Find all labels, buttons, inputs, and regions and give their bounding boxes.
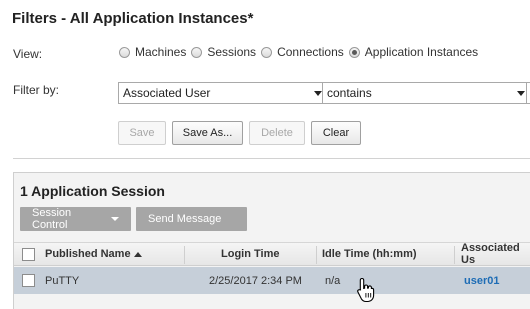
chevron-down-icon [314,91,322,96]
cell-published-name: PuTTY [45,274,80,287]
column-header-idle-time[interactable]: Idle Time (hh:mm) [322,243,417,265]
view-selector: View: Machines Sessions Connections Appl… [13,45,530,63]
view-option-connections[interactable]: Connections [261,45,344,59]
results-title: 1 Application Session [20,183,165,199]
column-header-associated-user[interactable]: Associated Us [461,242,530,266]
radio-label: Application Instances [364,45,479,59]
session-control-button[interactable]: Session Control [20,207,131,231]
section-divider [13,158,530,159]
column-header-published-name[interactable]: Published Name [45,243,142,265]
column-separator[interactable] [316,246,317,264]
column-separator[interactable] [454,246,455,264]
results-panel: 1 Application Session Session Control Se… [13,172,530,309]
sort-ascending-icon [133,251,142,257]
user-link[interactable]: user01 [464,267,499,294]
filter-row: Filter by: Associated User contains [13,80,530,104]
row-checkbox[interactable] [22,274,35,287]
filter-operator-select[interactable]: contains [322,82,530,104]
chevron-down-icon [111,217,119,221]
column-header-login-time[interactable]: Login Time [221,243,279,265]
radio-button[interactable] [261,46,273,58]
cell-login-time: 2/25/2017 2:34 PM [209,274,302,287]
view-label: View: [13,47,43,61]
page-title: Filters - All Application Instances* [12,10,254,27]
chevron-down-icon [517,91,525,96]
hand-cursor-icon [357,277,375,303]
filter-field-value: Associated User [123,86,211,100]
radio-label: Connections [277,45,344,59]
view-option-machines[interactable]: Machines [119,45,186,59]
table-header: Published Name Login Time Idle Time (hh:… [14,242,530,266]
column-separator[interactable] [184,246,185,264]
save-button[interactable]: Save [118,121,166,145]
filter-value-input[interactable] [526,82,530,104]
view-option-sessions[interactable]: Sessions [191,45,256,59]
cell-idle-time: n/a [325,274,341,287]
view-option-application-instances[interactable]: Application Instances [348,45,479,59]
radio-button-selected[interactable] [348,46,360,58]
save-as-button[interactable]: Save As... [172,121,243,145]
session-control-label: Session Control [32,207,72,231]
radio-button[interactable] [191,46,203,58]
table-row[interactable]: PuTTY 2/25/2017 2:34 PM n/a user01 [14,267,530,294]
send-message-button[interactable]: Send Message [136,207,247,231]
filter-field-select[interactable]: Associated User [118,82,330,104]
radio-label: Sessions [207,45,257,59]
radio-label: Machines [135,45,187,59]
filter-actions: Save Save As... Delete Clear [118,121,367,146]
filter-label: Filter by: [13,83,60,97]
delete-button[interactable]: Delete [249,121,305,145]
column-header-label: Published Name [45,248,131,260]
radio-button[interactable] [119,46,130,58]
send-message-label: Send Message [148,213,222,225]
clear-button[interactable]: Clear [311,121,361,145]
select-all-checkbox[interactable] [22,248,35,261]
view-radio-group: Machines Sessions Connections Applicatio… [119,45,483,59]
filter-operator-value: contains [327,86,372,100]
